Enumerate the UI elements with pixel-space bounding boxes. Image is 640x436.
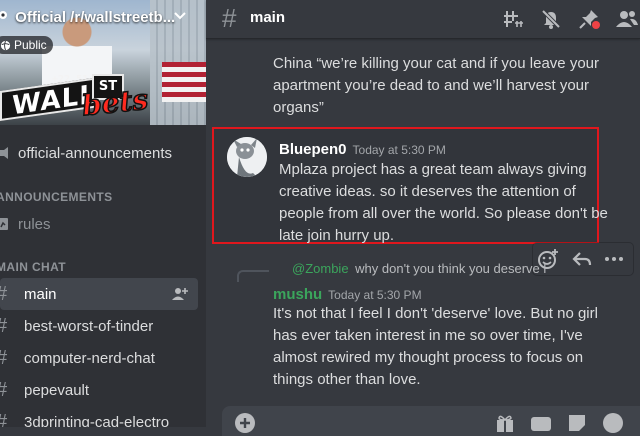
pin-icon[interactable] bbox=[578, 8, 600, 30]
message-line: people from all over the world. So pleas… bbox=[279, 205, 608, 222]
gift-icon[interactable] bbox=[494, 412, 516, 434]
reply-text: why don't you think you deserve l bbox=[355, 261, 547, 276]
message-line: China “we’re killing your cat and if you… bbox=[273, 55, 599, 72]
channel-main[interactable]: # main bbox=[0, 278, 198, 310]
hash-icon: # bbox=[222, 3, 237, 33]
channel-name: official-announcements bbox=[18, 144, 172, 162]
threads-icon[interactable] bbox=[502, 8, 524, 30]
reply-icon[interactable] bbox=[571, 248, 593, 270]
reply-mention[interactable]: @Zombie bbox=[292, 261, 349, 276]
hash-icon: # bbox=[0, 379, 12, 402]
message-line: apartment you’re dead to and we’ll harve… bbox=[273, 77, 590, 94]
channel-header: # main bbox=[206, 0, 640, 39]
message-list[interactable]: China “we’re killing your cat and if you… bbox=[206, 39, 640, 405]
channel-name: pepevault bbox=[24, 381, 90, 399]
highlighted-message[interactable]: Bluepen0 Today at 5:30 PM Mplaza project … bbox=[212, 127, 608, 244]
hash-icon: # bbox=[0, 347, 12, 370]
channel-title: main bbox=[250, 9, 286, 26]
channel-official-announcements[interactable]: official-announcements bbox=[0, 137, 198, 169]
username[interactable]: Bluepen0 bbox=[279, 141, 347, 158]
megaphone-icon bbox=[0, 147, 8, 159]
chevron-down-icon[interactable] bbox=[172, 8, 188, 24]
rules-icon bbox=[0, 218, 8, 230]
username[interactable]: mushu bbox=[273, 286, 322, 303]
gif-icon[interactable] bbox=[530, 412, 552, 434]
message-line: things other than love. bbox=[273, 371, 421, 388]
message-header: mushu Today at 5:30 PM bbox=[273, 284, 422, 303]
add-attachment-icon[interactable] bbox=[234, 412, 256, 434]
channel-name: best-worst-of-tinder bbox=[24, 317, 154, 335]
hash-icon: # bbox=[0, 283, 12, 306]
channel-name: 3dprinting-cad-electro bbox=[24, 413, 170, 428]
avatar[interactable] bbox=[227, 137, 267, 177]
public-label: Public bbox=[14, 38, 47, 52]
channel-name: rules bbox=[18, 215, 51, 233]
more-icon[interactable] bbox=[603, 248, 625, 270]
sticker-icon[interactable] bbox=[566, 412, 588, 434]
settings-gear-icon bbox=[0, 8, 11, 26]
message-line: Mplaza project has a great team always g… bbox=[279, 161, 587, 178]
members-icon[interactable] bbox=[616, 8, 638, 30]
banner-bets-logo: bets bbox=[80, 82, 151, 123]
server-name-text: Official /r/wallstreetb... bbox=[15, 9, 176, 26]
banner-flag bbox=[162, 62, 206, 102]
category-announcements[interactable]: ANNOUNCEMENTS bbox=[0, 190, 113, 204]
message-composer[interactable] bbox=[222, 406, 640, 436]
channel-sidebar: +22.51 WALL ST bets Official /r/wallstre… bbox=[0, 0, 206, 427]
message-actions-bar bbox=[533, 243, 633, 275]
message-line: almost rewired my thought process to foc… bbox=[273, 349, 584, 366]
channel-name: main bbox=[24, 285, 57, 303]
timestamp: Today at 5:30 PM bbox=[352, 143, 446, 157]
globe-icon bbox=[0, 40, 11, 50]
hash-icon: # bbox=[0, 315, 12, 338]
message-line: late join hurry up. bbox=[279, 227, 395, 244]
hash-icon: # bbox=[0, 411, 12, 428]
message-header: Bluepen0 Today at 5:30 PM bbox=[279, 139, 446, 158]
public-badge: Public bbox=[0, 36, 53, 54]
server-name[interactable]: Official /r/wallstreetb... bbox=[0, 8, 176, 26]
message-line: It's not that I feel I don't 'deserve' l… bbox=[273, 305, 598, 322]
channel-pepevault[interactable]: # pepevault bbox=[0, 374, 198, 406]
emoji-icon[interactable] bbox=[602, 412, 624, 434]
channel-computer-nerd-chat[interactable]: # computer-nerd-chat bbox=[0, 342, 198, 374]
invite-user-icon[interactable] bbox=[172, 286, 188, 302]
mute-bell-icon[interactable] bbox=[540, 8, 562, 30]
channel-best-worst-of-tinder[interactable]: # best-worst-of-tinder bbox=[0, 310, 198, 342]
timestamp: Today at 5:30 PM bbox=[328, 288, 422, 302]
channel-3dprinting-cad-electro[interactable]: # 3dprinting-cad-electro bbox=[0, 406, 198, 428]
message-line: creative ideas. so it deserves the atten… bbox=[279, 183, 576, 200]
category-main-chat[interactable]: MAIN CHAT bbox=[0, 260, 66, 274]
channel-name: computer-nerd-chat bbox=[24, 349, 155, 367]
reply-preview[interactable]: @Zombie why don't you think you deserve … bbox=[292, 261, 546, 276]
channel-rules[interactable]: rules bbox=[0, 208, 198, 240]
reply-spine bbox=[237, 270, 269, 282]
message-line: organs” bbox=[273, 99, 324, 116]
server-header[interactable]: Official /r/wallstreetb... Public bbox=[0, 0, 206, 54]
message-line: has ever taken interest in me so over ti… bbox=[273, 327, 583, 344]
